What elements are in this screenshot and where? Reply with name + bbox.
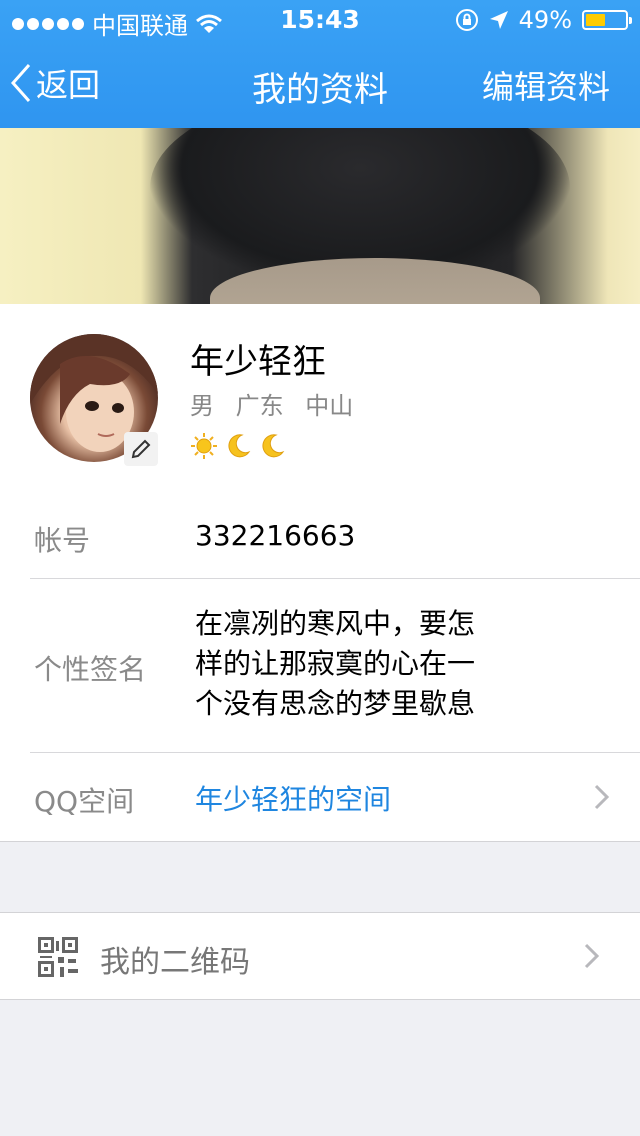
city: 中山 [305,392,354,420]
signature-line: 个没有思念的梦里歇息 [195,687,476,720]
signature-line: 在凛冽的寒风中，要怎 [195,607,476,640]
edit-avatar-button[interactable] [124,432,158,466]
battery-percent: 49% [518,6,572,34]
signature-value: 在凛冽的寒风中，要怎 样的让那寂寞的心在一 个没有思念的梦里歇息 [195,604,535,724]
qrcode-icon [38,937,78,977]
status-bar: 中国联通 15:43 49% [0,0,640,40]
status-right: 49% [455,6,632,34]
moon-icon [228,434,251,458]
qzone-link[interactable]: 年少轻狂的空间 [195,778,391,818]
qzone-label: QQ空间 [34,785,135,818]
profile-subtitle: 男 广东 中山 [190,386,367,421]
gender: 男 [190,392,214,420]
nickname: 年少轻狂 [190,342,326,382]
signature-row[interactable]: 个性签名 在凛冽的寒风中，要怎 样的让那寂寞的心在一 个没有思念的梦里歇息 [30,578,640,753]
account-value: 332216663 [195,519,356,552]
pencil-icon [131,439,151,459]
nav-bar: 返回 我的资料 编辑资料 [0,40,640,128]
qrcode-label: 我的二维码 [100,945,250,980]
edit-profile-button[interactable]: 编辑资料 [482,62,610,108]
info-list: 帐号 332216663 个性签名 在凛冽的寒风中，要怎 样的让那寂寞的心在一 … [0,492,640,842]
chevron-right-icon [584,943,600,969]
battery-icon [582,10,632,30]
rotation-lock-icon [455,9,478,31]
signature-label: 个性签名 [34,653,147,686]
location-icon [489,11,508,29]
level-badges[interactable] [190,432,286,460]
chevron-right-icon [594,784,610,810]
cover-photo[interactable] [0,128,640,304]
qzone-row[interactable]: QQ空间 年少轻狂的空间 [30,752,640,840]
profile-card: 年少轻狂 男 广东 中山 [0,304,640,493]
signature-line: 样的让那寂寞的心在一 [195,647,476,680]
moon-icon [262,434,285,458]
province: 广东 [235,392,284,420]
my-qrcode-row[interactable]: 我的二维码 [0,912,640,1000]
sun-icon [191,433,217,459]
account-row[interactable]: 帐号 332216663 [30,492,640,579]
account-label: 帐号 [34,524,91,557]
header: 中国联通 15:43 49% 返回 我的资料 编辑资料 [0,0,640,128]
